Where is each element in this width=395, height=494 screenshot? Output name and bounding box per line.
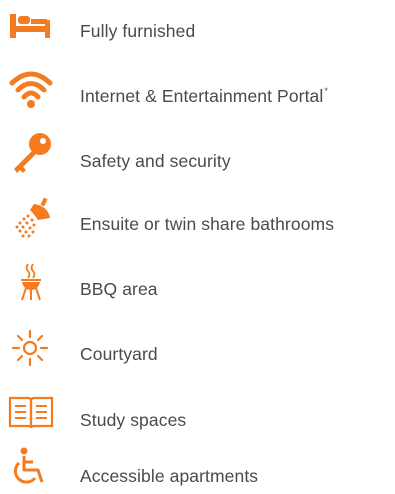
- feature-fully-furnished: Fully furnished: [0, 0, 395, 56]
- feature-bathrooms: Ensuite or twin share bathrooms: [0, 194, 395, 250]
- feature-label: Study spaces: [80, 410, 187, 430]
- feature-label: Safety and security: [80, 151, 231, 171]
- feature-label: Ensuite or twin share bathrooms: [80, 214, 335, 234]
- wheelchair-icon: [8, 444, 54, 490]
- feature-label: Courtyard: [80, 344, 158, 364]
- feature-accessible: Accessible apartments: [0, 438, 395, 494]
- feature-label: Internet & Entertainment Portal*: [80, 86, 328, 106]
- feature-bbq: BBQ area: [0, 258, 395, 314]
- feature-internet: Internet & Entertainment Portal*: [0, 63, 395, 119]
- shower-icon: [8, 196, 54, 242]
- bed-icon: [8, 2, 54, 48]
- bbq-icon: [8, 260, 54, 306]
- feature-courtyard: Courtyard: [0, 324, 395, 380]
- book-icon: [8, 390, 54, 436]
- wifi-icon: [8, 65, 54, 111]
- feature-label: BBQ area: [80, 279, 158, 299]
- feature-safety: Safety and security: [0, 129, 395, 185]
- features-list: Fully furnished Internet & Entertainment…: [0, 0, 395, 492]
- sun-icon: [8, 326, 54, 372]
- feature-label: Accessible apartments: [80, 466, 259, 486]
- key-icon: [8, 131, 54, 177]
- feature-study: Study spaces: [0, 386, 395, 442]
- feature-label: Fully furnished: [80, 21, 196, 41]
